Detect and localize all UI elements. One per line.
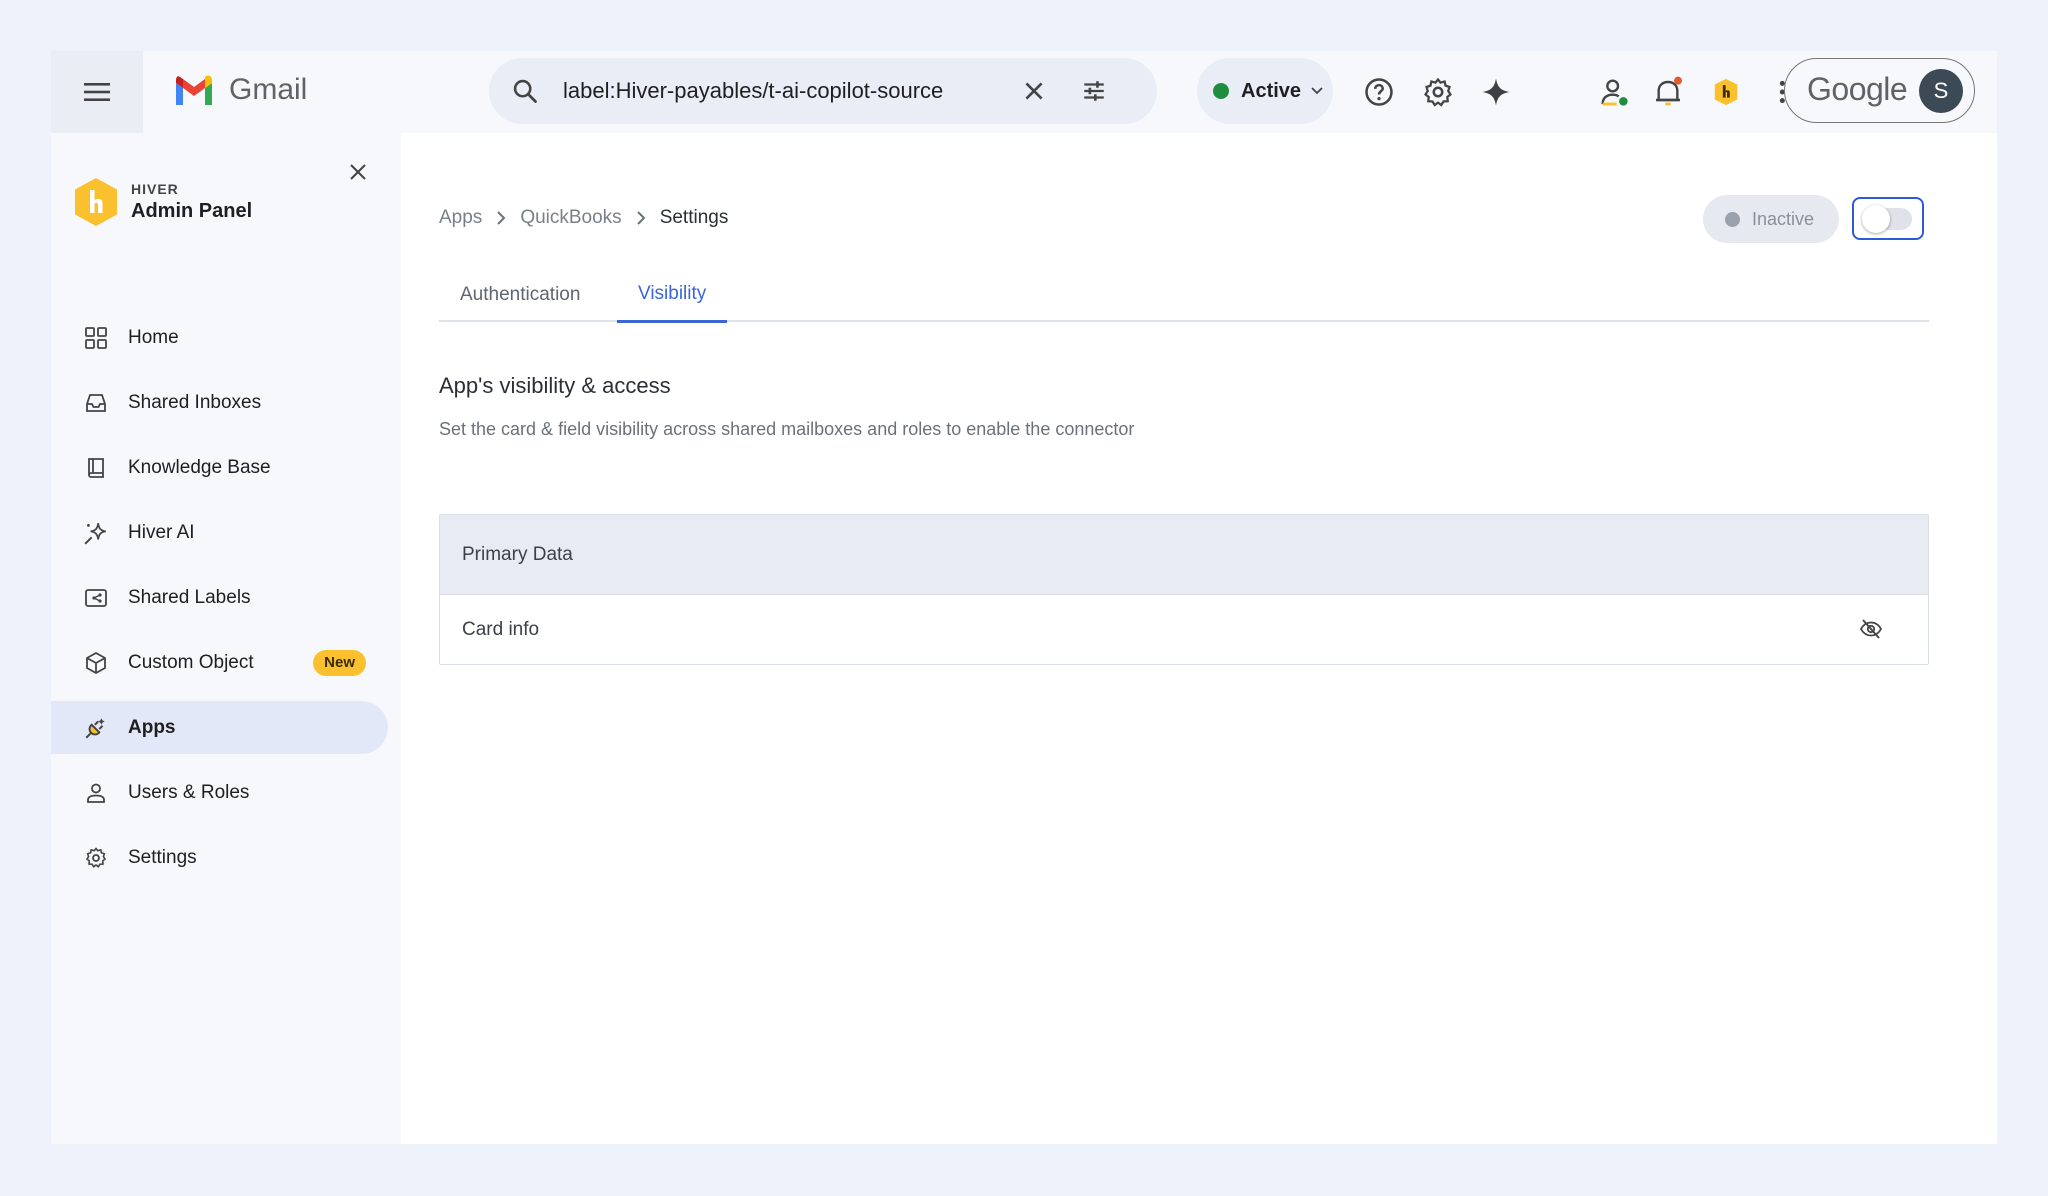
table-row: Card info — [440, 595, 1928, 664]
sidebar-item-label: Users & Roles — [128, 781, 250, 803]
visibility-table: Primary Data Card info — [439, 514, 1929, 665]
search-icon[interactable] — [511, 77, 539, 105]
chevron-right-icon — [636, 210, 646, 226]
breadcrumb-quickbooks[interactable]: QuickBooks — [520, 207, 621, 229]
notifications-button[interactable] — [1650, 74, 1686, 110]
sidebar-item-custom-object[interactable]: Custom Object New — [51, 636, 388, 689]
main-menu-button[interactable] — [51, 51, 143, 133]
admin-sidebar: HIVER Admin Panel Home Shared Inboxes Kn… — [51, 133, 401, 1144]
chevron-down-icon — [1311, 87, 1323, 95]
sidebar-item-label: Custom Object — [128, 651, 254, 673]
app-frame: Gmail Active — [51, 51, 1997, 1144]
status-dropdown[interactable]: Active — [1197, 58, 1333, 124]
section-description: Set the card & field visibility across s… — [439, 419, 1135, 439]
app-status-label: Inactive — [1752, 208, 1815, 229]
bell-icon — [1656, 76, 1682, 106]
hiver-extension-button[interactable] — [1708, 74, 1744, 110]
clear-search-icon[interactable] — [1021, 78, 1047, 104]
sidebar-item-hiver-ai[interactable]: Hiver AI — [51, 506, 388, 559]
breadcrumb-apps[interactable]: Apps — [439, 207, 482, 229]
grid-icon — [83, 325, 109, 351]
sidebar-item-apps[interactable]: Apps — [51, 701, 388, 754]
gemini-button[interactable] — [1478, 74, 1514, 110]
hamburger-icon — [84, 83, 110, 101]
tab-visibility[interactable]: Visibility — [617, 267, 728, 323]
brand-small-text: HIVER — [131, 181, 179, 197]
hiver-shield-icon — [1714, 78, 1738, 106]
status-dot — [1725, 211, 1740, 227]
eye-off-icon[interactable] — [1858, 617, 1884, 641]
help-icon — [1365, 78, 1393, 106]
search-bar[interactable] — [489, 58, 1157, 124]
sidebar-item-label: Shared Labels — [128, 586, 251, 608]
search-input[interactable] — [563, 58, 1033, 124]
hiver-logo-icon — [75, 178, 117, 226]
sparkle-icon — [1482, 78, 1510, 106]
book-icon — [83, 455, 109, 481]
tab-authentication[interactable]: Authentication — [439, 267, 601, 322]
row-label: Card info — [462, 618, 540, 640]
gmail-wordmark: Gmail — [229, 73, 308, 106]
app-enable-toggle[interactable] — [1852, 197, 1924, 240]
sidebar-item-label: Shared Inboxes — [128, 391, 262, 413]
chevron-right-icon — [496, 210, 506, 226]
toggle-track — [1862, 204, 1912, 233]
hiver-brand: HIVER Admin Panel — [73, 177, 252, 227]
gmail-logo[interactable]: Gmail — [173, 73, 307, 107]
settings-tabs: Authentication Visibility — [439, 267, 1929, 323]
sidebar-item-shared-inboxes[interactable]: Shared Inboxes — [51, 376, 388, 429]
brand-title: Admin Panel — [131, 200, 253, 222]
avatar: S — [1919, 69, 1963, 113]
cube-icon — [83, 650, 109, 676]
settings-button[interactable] — [1420, 74, 1456, 110]
breadcrumb-settings: Settings — [659, 207, 729, 228]
sidebar-item-home[interactable]: Home — [51, 311, 388, 364]
close-icon — [350, 164, 366, 180]
table-group-header: Primary Data — [440, 515, 1928, 595]
gmail-m-icon — [176, 75, 212, 105]
app-status-badge: Inactive — [1703, 195, 1839, 243]
status-dot — [1213, 83, 1229, 99]
close-panel-button[interactable] — [349, 163, 367, 186]
sidebar-nav: Home Shared Inboxes Knowledge Base Hiver… — [51, 311, 401, 896]
hiver-user-status-button[interactable] — [1596, 74, 1632, 110]
sidebar-item-label: Hiver AI — [128, 521, 195, 543]
main-content: Apps QuickBooks Settings Inactive Authen… — [401, 133, 1997, 1144]
google-account-button[interactable]: Google S — [1784, 58, 1975, 123]
sidebar-item-shared-labels[interactable]: Shared Labels — [51, 571, 388, 624]
sidebar-item-label: Apps — [128, 716, 176, 738]
sidebar-item-knowledge-base[interactable]: Knowledge Base — [51, 441, 388, 494]
help-button[interactable] — [1361, 74, 1397, 110]
gear-icon — [1423, 77, 1453, 107]
sidebar-item-label: Home — [128, 326, 179, 348]
inbox-icon — [83, 390, 109, 416]
toggle-knob — [1862, 204, 1890, 233]
gmail-topbar: Gmail Active — [51, 51, 1997, 133]
label-icon — [83, 585, 109, 611]
sidebar-item-label: Settings — [128, 846, 197, 868]
section-title: App's visibility & access — [439, 373, 671, 398]
status-label: Active — [1241, 79, 1302, 102]
sidebar-item-users-roles[interactable]: Users & Roles — [51, 766, 388, 819]
plug-icon — [83, 715, 109, 741]
gear-icon — [83, 845, 109, 871]
google-wordmark: Google — [1807, 71, 1908, 107]
breadcrumb: Apps QuickBooks Settings — [439, 207, 728, 229]
sparkle-icon — [83, 520, 109, 546]
sidebar-item-settings[interactable]: Settings — [51, 831, 388, 884]
new-badge: New — [313, 650, 366, 676]
user-status-icon — [1601, 79, 1628, 106]
person-icon — [83, 780, 109, 806]
sidebar-item-label: Knowledge Base — [128, 456, 271, 478]
search-options-icon[interactable] — [1080, 78, 1108, 104]
